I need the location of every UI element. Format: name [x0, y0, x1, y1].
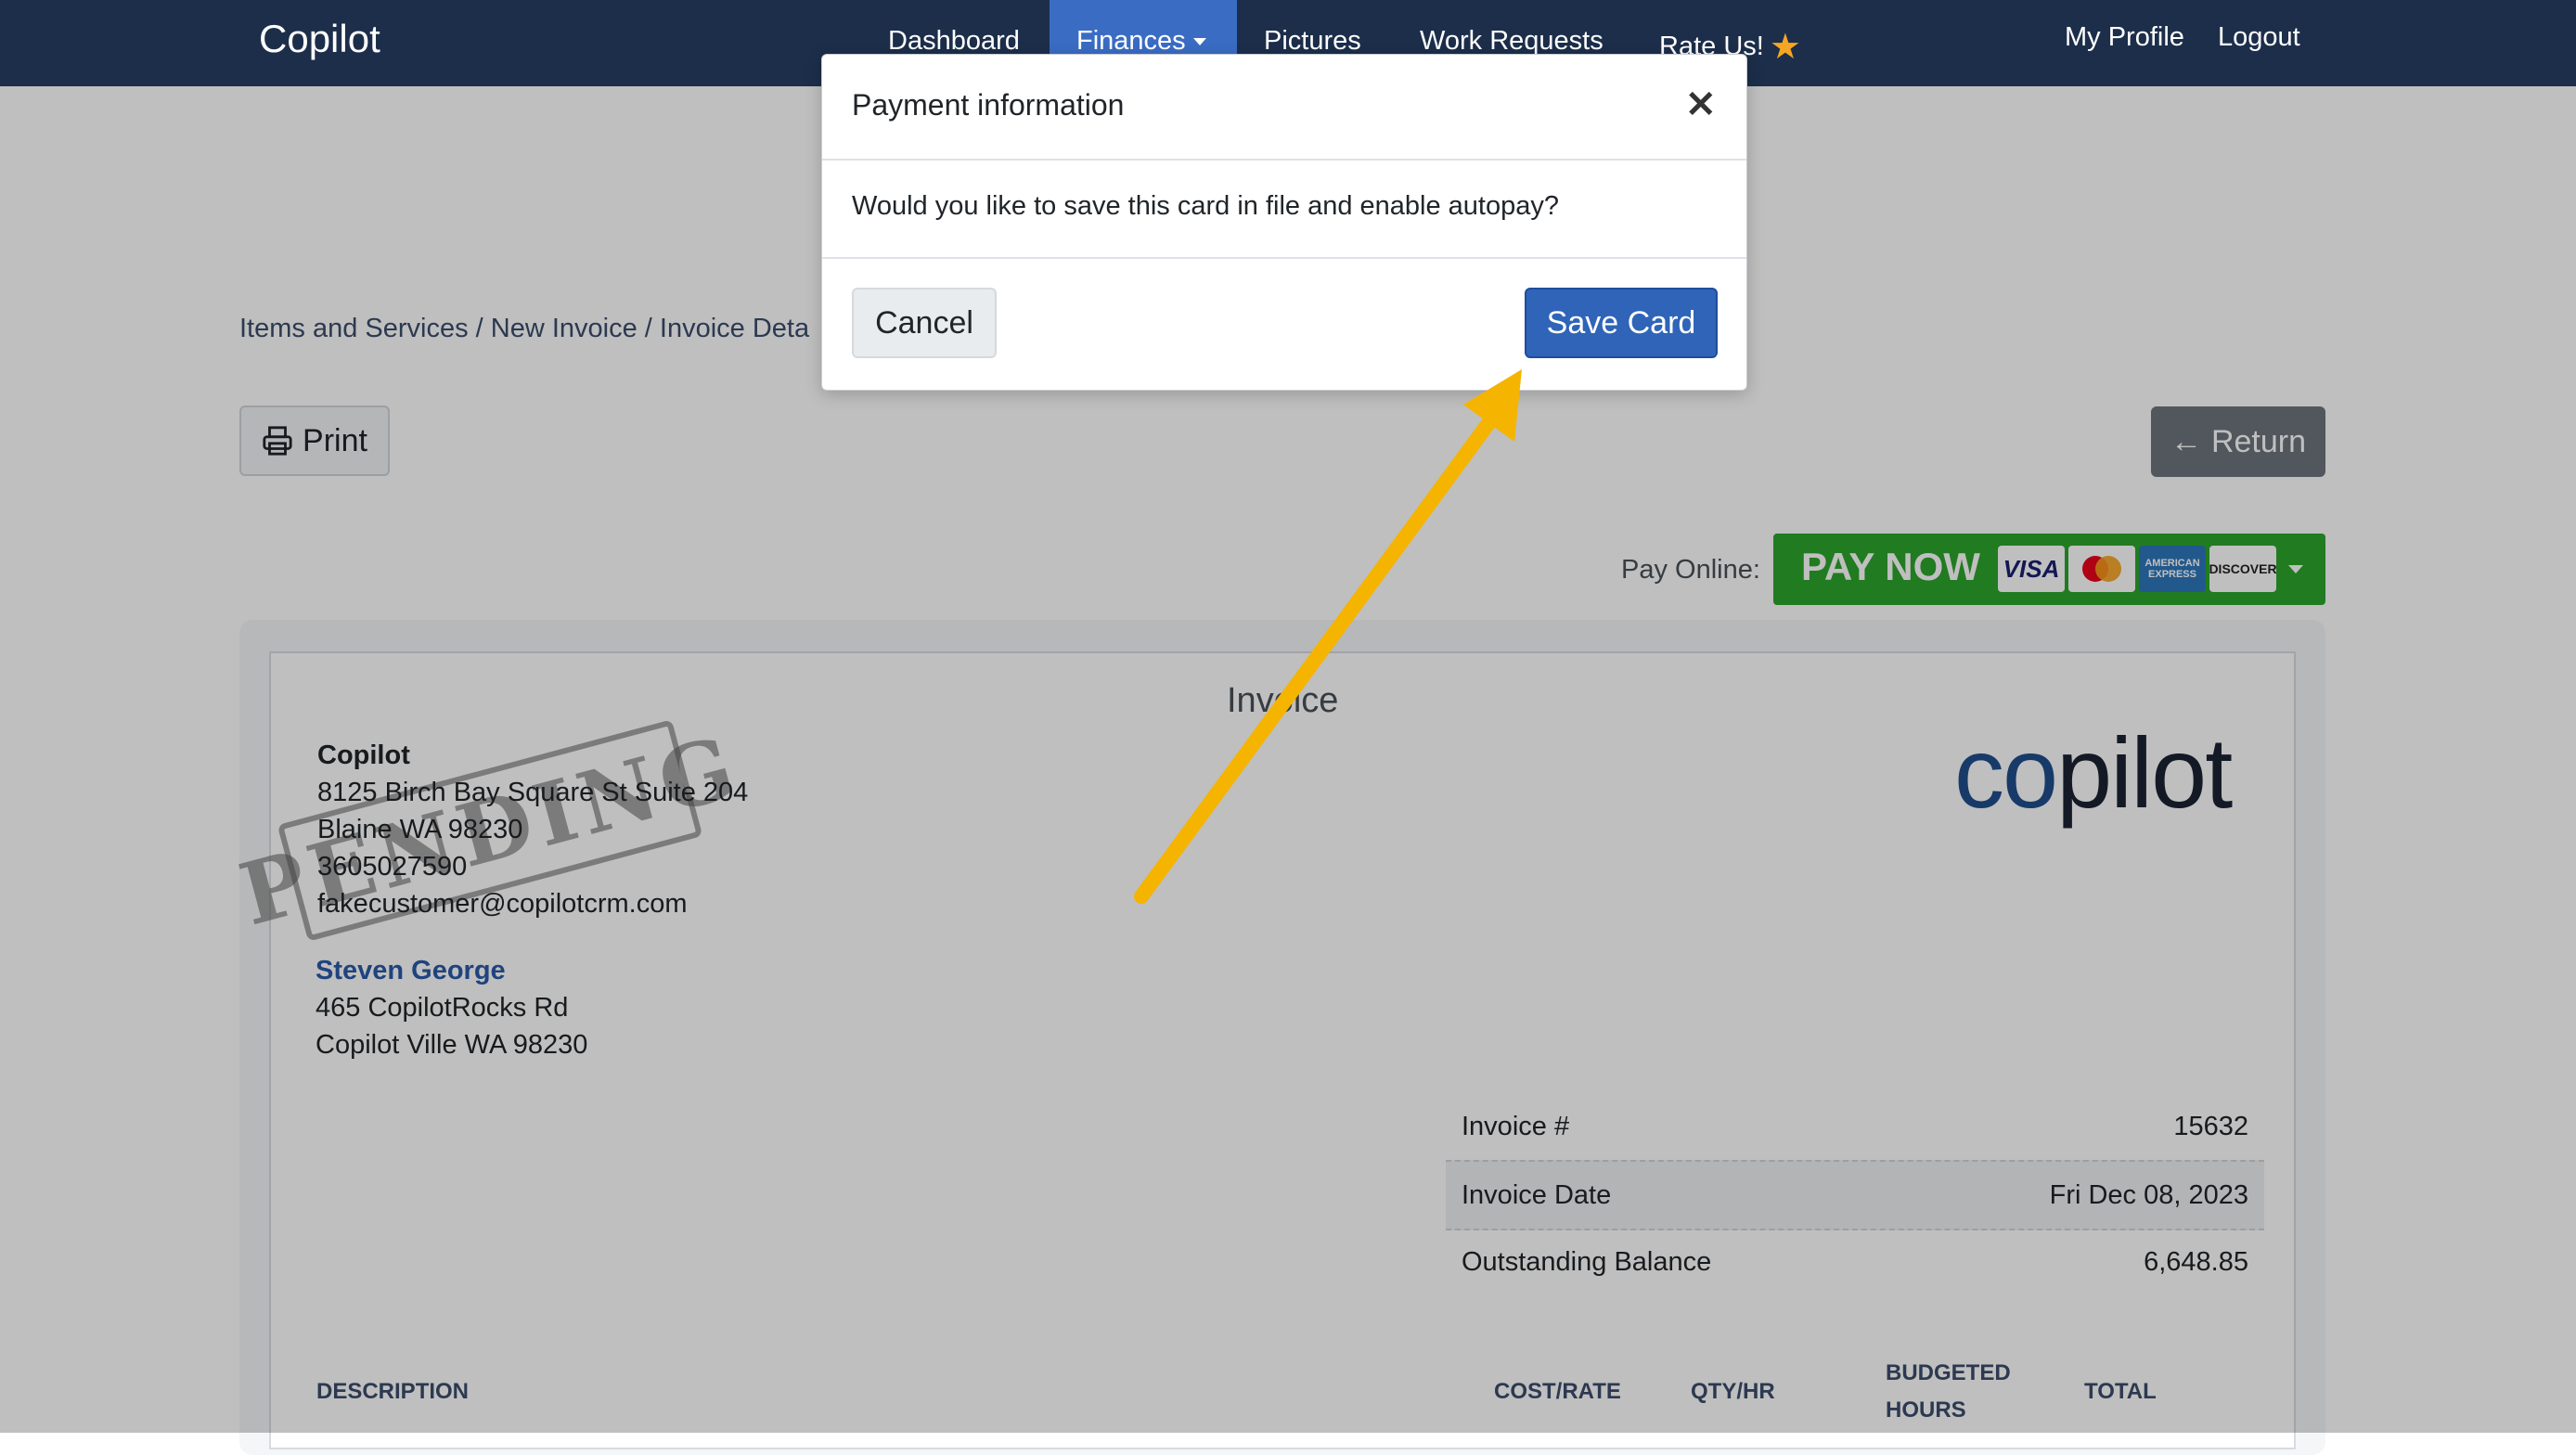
annotation-arrow-icon: [1134, 369, 1522, 904]
